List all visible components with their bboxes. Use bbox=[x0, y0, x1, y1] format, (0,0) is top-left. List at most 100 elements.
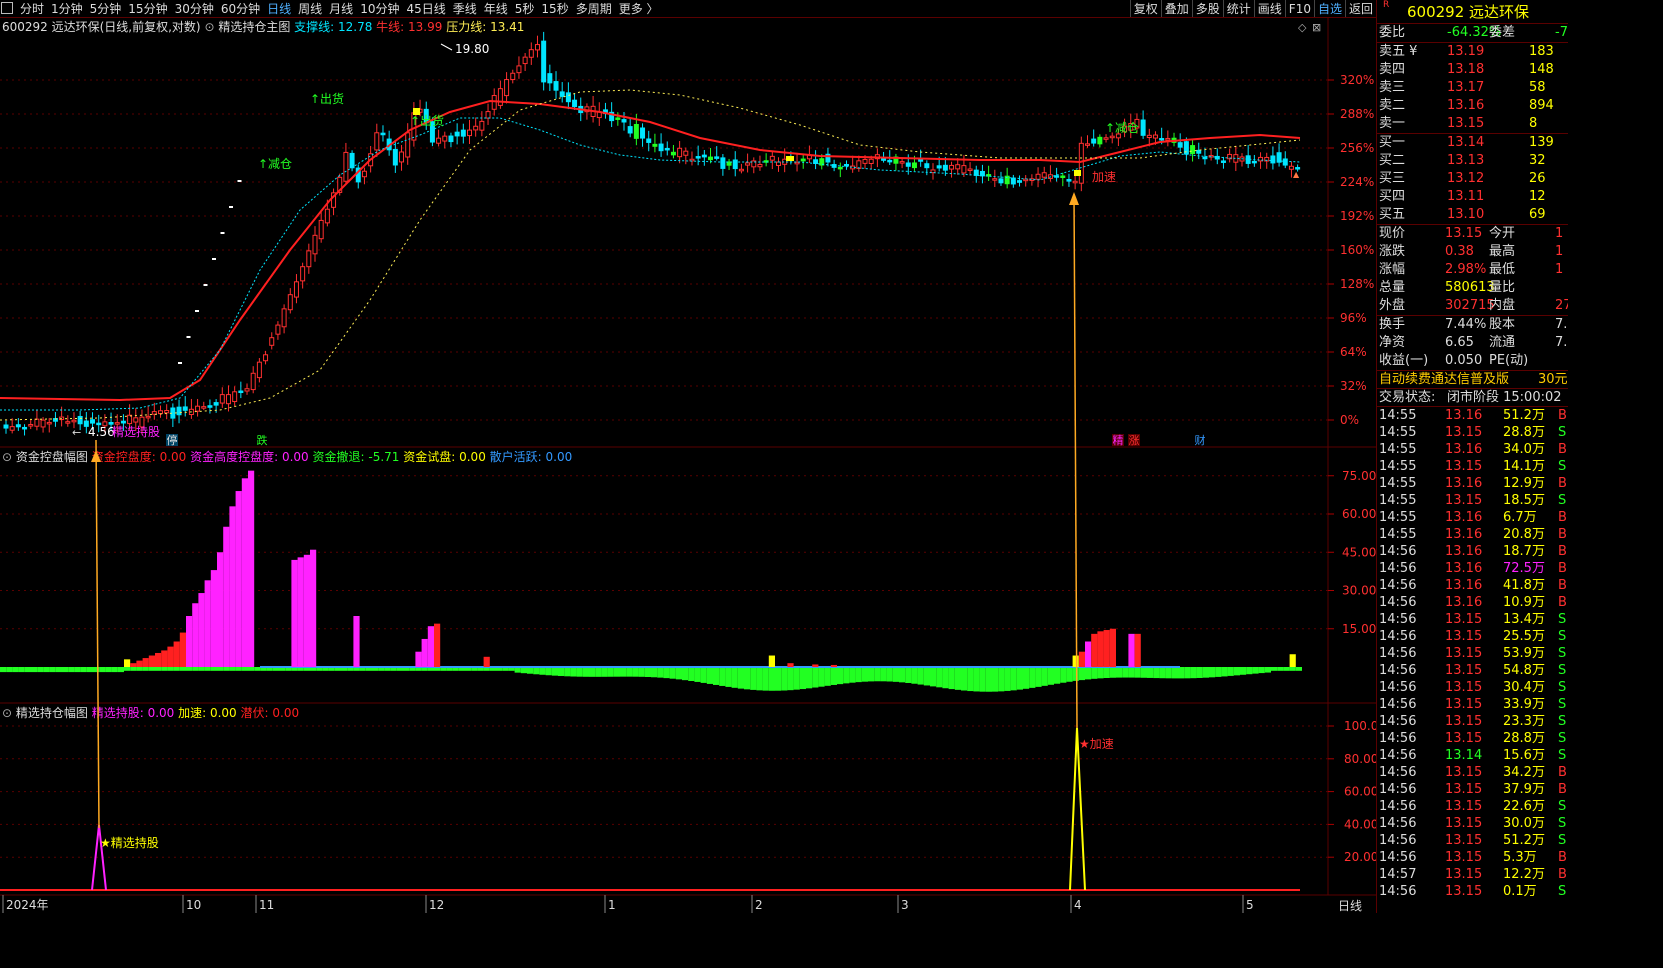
tick-side: S bbox=[1558, 799, 1567, 814]
bid-volume: 26 bbox=[1529, 171, 1546, 186]
histogram-bar bbox=[892, 667, 899, 682]
chart-area[interactable]: 320% 288% 256% 224% 192% 160% 128% 96% 64% 32% 0% 6… bbox=[0, 0, 1376, 913]
histogram-bar bbox=[607, 667, 614, 677]
sar-dot bbox=[178, 362, 182, 364]
histogram-bar bbox=[775, 667, 782, 691]
stat-value: 580613 bbox=[1445, 280, 1495, 295]
signal-jianchang-1: ↑减仓 bbox=[258, 157, 292, 171]
candle-body bbox=[207, 405, 213, 408]
candle-body bbox=[392, 148, 398, 166]
yellow-marker bbox=[1074, 170, 1081, 176]
tick-time: 14:56 bbox=[1379, 612, 1417, 627]
candle-body bbox=[565, 92, 571, 103]
stat-label: 外盘 bbox=[1379, 298, 1406, 313]
header-part: 12.78 bbox=[334, 20, 376, 34]
candle-body bbox=[460, 129, 466, 137]
tick-time: 14:55 bbox=[1379, 459, 1417, 474]
tick-price: 13.15 bbox=[1445, 884, 1483, 899]
quote-title: R 600292 远达环保 bbox=[1377, 0, 1568, 24]
histogram-bar bbox=[613, 667, 620, 677]
stock-name[interactable]: 远达环保 bbox=[1469, 3, 1529, 21]
histogram-bar bbox=[731, 667, 738, 688]
tick-row: 14:56 13.15 13.4万 S bbox=[1377, 611, 1568, 628]
candle-body bbox=[967, 168, 973, 171]
y-tick-label: 64% bbox=[1340, 345, 1367, 359]
stat-value: 0.050 bbox=[1445, 353, 1483, 368]
histogram-bar bbox=[62, 667, 69, 673]
candle-body bbox=[28, 423, 34, 427]
candle-body bbox=[843, 163, 849, 167]
tick-row: 14:56 13.16 18.7万 B bbox=[1377, 543, 1568, 560]
tick-price: 13.16 bbox=[1445, 561, 1483, 576]
ask-volume: 8 bbox=[1529, 116, 1538, 131]
up-arrow-icon: ▲ bbox=[1293, 170, 1300, 179]
tick-volume: 34.2万 bbox=[1503, 765, 1545, 780]
status-value: 闭市阶段 15:00:02 bbox=[1447, 390, 1562, 405]
candle-body bbox=[856, 160, 862, 169]
candle-body bbox=[800, 158, 806, 162]
candle-body bbox=[1288, 165, 1294, 170]
tick-time: 14:56 bbox=[1379, 646, 1417, 661]
tick-price: 13.15 bbox=[1445, 646, 1483, 661]
candle-body bbox=[1035, 173, 1041, 180]
tick-volume: 20.8万 bbox=[1503, 527, 1545, 542]
header-part: 潜伏: bbox=[241, 706, 269, 720]
header-part: 牛线: bbox=[376, 19, 404, 34]
histogram-bar bbox=[725, 667, 732, 687]
y-tick-label: 320% bbox=[1340, 73, 1374, 87]
promo-row[interactable]: 自动续费通达信普及版 30元 bbox=[1377, 370, 1568, 388]
histogram-bar bbox=[998, 667, 1005, 692]
candle-body bbox=[936, 165, 942, 169]
tick-price: 13.16 bbox=[1445, 595, 1483, 610]
tick-volume: 23.3万 bbox=[1503, 714, 1545, 729]
weicha-label: 委差 bbox=[1489, 25, 1516, 40]
histogram-bar bbox=[1103, 630, 1110, 667]
y-tick-label: 32% bbox=[1340, 379, 1367, 393]
candle-body bbox=[1152, 134, 1158, 139]
candle-body bbox=[998, 178, 1004, 184]
candle-body bbox=[1251, 160, 1257, 164]
header-part: 13.41 bbox=[486, 20, 524, 34]
candle-body bbox=[71, 419, 77, 423]
candle-body bbox=[658, 143, 664, 152]
histogram-bar bbox=[1190, 667, 1197, 679]
main-panel-header: 600292 远达环保(日线,前复权,对数) ⊙ 精选持仓主图 支撑线: 12.… bbox=[2, 19, 524, 34]
histogram-bar bbox=[179, 667, 186, 671]
stat-label-2: 量比 bbox=[1489, 280, 1516, 295]
histogram-bar bbox=[992, 667, 999, 692]
histogram-bar bbox=[1116, 667, 1123, 678]
tick-side: S bbox=[1558, 612, 1567, 627]
yellow-marker bbox=[413, 108, 420, 115]
histogram-bar bbox=[198, 593, 205, 667]
tick-time: 14:55 bbox=[1379, 510, 1417, 525]
histogram-bar bbox=[874, 667, 881, 682]
header-part: 散户活跃: bbox=[490, 449, 542, 464]
candle-body bbox=[473, 125, 479, 131]
yellow-marker bbox=[786, 156, 794, 161]
histogram-bar bbox=[1041, 667, 1048, 686]
candle-body bbox=[615, 117, 621, 120]
candle-body bbox=[145, 415, 151, 419]
ask-row: 卖四 13.18 148 bbox=[1377, 61, 1568, 79]
tick-row: 14:56 13.15 23.3万 S bbox=[1377, 713, 1568, 730]
tick-price: 13.15 bbox=[1445, 493, 1483, 508]
candle-body bbox=[868, 158, 874, 164]
histogram-bar bbox=[1140, 667, 1147, 678]
histogram-bar bbox=[1047, 667, 1054, 685]
sar-dot bbox=[229, 206, 233, 208]
histogram-bar bbox=[291, 559, 298, 667]
candle-body bbox=[448, 135, 454, 143]
histogram-bar bbox=[830, 667, 837, 685]
histogram-bar bbox=[148, 667, 155, 671]
stat-value-2: 1 bbox=[1555, 262, 1564, 277]
tick-volume: 51.2万 bbox=[1503, 408, 1545, 423]
candle-body bbox=[22, 426, 28, 430]
candle-body bbox=[306, 250, 312, 268]
bid-label: 买一 bbox=[1379, 135, 1406, 150]
y-tick-label: 45.00 bbox=[1342, 545, 1376, 559]
tick-list[interactable]: 14:55 13.16 51.2万 B 14:55 13.15 28.8万 S 14:55 13.… bbox=[1377, 406, 1568, 900]
promo-text[interactable]: 自动续费通达信普及版 bbox=[1379, 371, 1509, 389]
tick-volume: 37.9万 bbox=[1503, 782, 1545, 797]
candle-body bbox=[553, 81, 559, 91]
bid-volume: 139 bbox=[1529, 135, 1554, 150]
